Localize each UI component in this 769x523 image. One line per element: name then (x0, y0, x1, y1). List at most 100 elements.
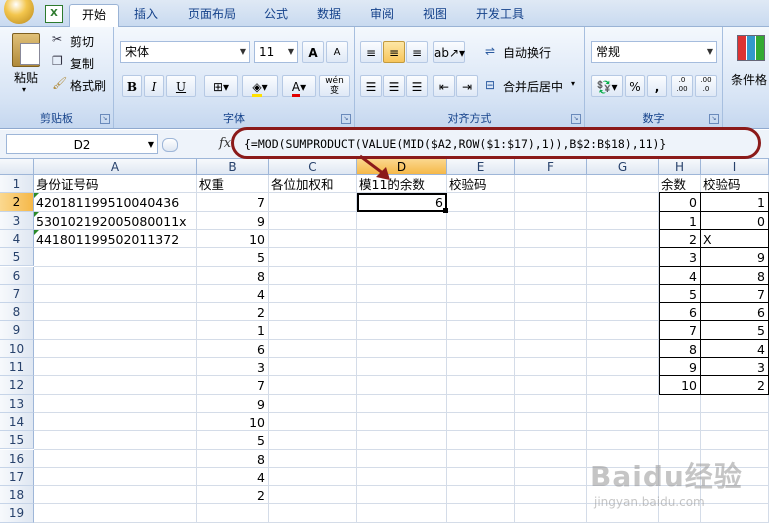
cut-button[interactable]: 剪切 (70, 33, 94, 50)
cell-b12[interactable]: 7 (199, 377, 265, 394)
merge-center-button[interactable]: 合并后居中 (503, 78, 563, 95)
bold-button[interactable]: B (122, 75, 142, 97)
percent-style-button[interactable]: % (625, 75, 645, 97)
paste-dropdown-icon[interactable]: ▾ (22, 85, 26, 94)
select-all-corner[interactable] (0, 159, 34, 175)
cell-i7[interactable]: 7 (703, 286, 765, 303)
cell-h3[interactable]: 1 (661, 213, 697, 230)
row-header-5[interactable]: 5 (0, 248, 34, 267)
orientation-button[interactable]: ab↗▾ (433, 41, 465, 63)
merge-dropdown-icon[interactable]: ▾ (571, 79, 575, 88)
font-dialog-launcher-icon[interactable]: ↘ (341, 114, 351, 124)
cell-b7[interactable]: 4 (199, 286, 265, 303)
phonetic-button[interactable]: wén 变 (319, 75, 350, 97)
cell-b15[interactable]: 5 (199, 432, 265, 449)
row-header-8[interactable]: 8 (0, 303, 34, 322)
column-header-a[interactable]: A (34, 159, 197, 175)
column-header-c[interactable]: C (269, 159, 357, 175)
column-header-f[interactable]: F (515, 159, 587, 175)
column-header-g[interactable]: G (587, 159, 659, 175)
row-header-13[interactable]: 13 (0, 394, 34, 413)
cell-h1[interactable]: 余数 (661, 176, 686, 193)
cell-a2[interactable]: 420181199510040436 (36, 194, 179, 211)
cell-a1[interactable]: 身份证号码 (36, 176, 99, 193)
clipboard-dialog-launcher-icon[interactable]: ↘ (100, 114, 110, 124)
row-header-18[interactable]: 18 (0, 486, 34, 505)
cell-i5[interactable]: 9 (703, 249, 765, 266)
cell-i4[interactable]: X (703, 231, 712, 248)
cell-b8[interactable]: 2 (199, 304, 265, 321)
cell-b17[interactable]: 4 (199, 469, 265, 486)
row-header-1[interactable]: 1 (0, 175, 34, 194)
row-header-2[interactable]: 2 (0, 193, 34, 212)
tab-home[interactable]: 开始 (69, 4, 119, 27)
font-color-button[interactable]: A▾ (282, 75, 316, 97)
cell-i10[interactable]: 4 (703, 341, 765, 358)
cell-h8[interactable]: 6 (661, 304, 697, 321)
cell-i3[interactable]: 0 (703, 213, 765, 230)
excel-icon[interactable]: X (45, 5, 63, 23)
font-name-select[interactable]: 宋体 ▼ (120, 41, 250, 63)
active-cell-outline[interactable] (357, 193, 447, 212)
shrink-font-button[interactable]: A (326, 41, 348, 63)
tab-view[interactable]: 视图 (415, 4, 455, 26)
row-header-10[interactable]: 10 (0, 339, 34, 358)
cell-h5[interactable]: 3 (661, 249, 697, 266)
cell-i2[interactable]: 1 (703, 194, 765, 211)
row-header-7[interactable]: 7 (0, 284, 34, 304)
column-header-e[interactable]: E (447, 159, 515, 175)
cell-b13[interactable]: 9 (199, 396, 265, 413)
accounting-format-button[interactable]: 💱▾ (591, 75, 623, 97)
align-top-button[interactable]: ≡ (360, 41, 382, 63)
cell-h9[interactable]: 7 (661, 322, 697, 339)
row-header-6[interactable]: 6 (0, 266, 34, 285)
column-header-b[interactable]: B (197, 159, 269, 175)
insert-function-icon[interactable]: fx (219, 136, 231, 151)
align-center-button[interactable]: ☰ (383, 75, 405, 97)
increase-decimal-button[interactable]: .0 .00 (671, 75, 693, 97)
row-header-16[interactable]: 16 (0, 449, 34, 468)
cell-h4[interactable]: 2 (661, 231, 697, 248)
fill-handle[interactable] (443, 208, 448, 213)
align-left-button[interactable]: ☰ (360, 75, 382, 97)
cell-a3[interactable]: 530102192005080011x (36, 213, 187, 230)
alignment-dialog-launcher-icon[interactable]: ↘ (571, 114, 581, 124)
row-header-9[interactable]: 9 (0, 321, 34, 340)
decrease-decimal-button[interactable]: .00 .0 (695, 75, 717, 97)
cell-b18[interactable]: 2 (199, 487, 265, 504)
cell-c1[interactable]: 各位加权和 (271, 176, 334, 193)
cell-h6[interactable]: 4 (661, 268, 697, 285)
tab-insert[interactable]: 插入 (126, 4, 166, 26)
decrease-indent-button[interactable]: ⇤ (433, 75, 455, 97)
borders-button[interactable]: ⊞▾ (204, 75, 238, 97)
tab-developer[interactable]: 开发工具 (468, 4, 532, 26)
cell-b2[interactable]: 7 (199, 194, 265, 211)
fill-color-button[interactable]: ◈▾ (242, 75, 278, 97)
cell-b1[interactable]: 权重 (199, 176, 224, 193)
underline-button[interactable]: U (166, 75, 196, 97)
row-header-3[interactable]: 3 (0, 211, 34, 230)
increase-indent-button[interactable]: ⇥ (456, 75, 478, 97)
cell-a4[interactable]: 441801199502011372 (36, 231, 179, 248)
row-header-17[interactable]: 17 (0, 467, 34, 487)
cell-b4[interactable]: 10 (199, 231, 265, 248)
italic-button[interactable]: I (144, 75, 164, 97)
row-header-12[interactable]: 12 (0, 376, 34, 395)
column-header-i[interactable]: I (701, 159, 769, 175)
name-box-dropdown-icon[interactable]: ▼ (148, 135, 154, 155)
row-header-4[interactable]: 4 (0, 229, 34, 249)
cell-h7[interactable]: 5 (661, 286, 697, 303)
cell-b14[interactable]: 10 (199, 414, 265, 431)
copy-button[interactable]: 复制 (70, 55, 94, 72)
row-header-19[interactable]: 19 (0, 504, 34, 523)
cell-i6[interactable]: 8 (703, 268, 765, 285)
row-header-11[interactable]: 11 (0, 358, 34, 377)
cell-h11[interactable]: 9 (661, 359, 697, 376)
conditional-format-button[interactable]: 条件格 (731, 71, 767, 88)
cell-h12[interactable]: 10 (661, 377, 697, 394)
cell-h10[interactable]: 8 (661, 341, 697, 358)
cell-h2[interactable]: 0 (661, 194, 697, 211)
cell-b16[interactable]: 8 (199, 451, 265, 468)
cell-i11[interactable]: 3 (703, 359, 765, 376)
row-header-15[interactable]: 15 (0, 431, 34, 450)
